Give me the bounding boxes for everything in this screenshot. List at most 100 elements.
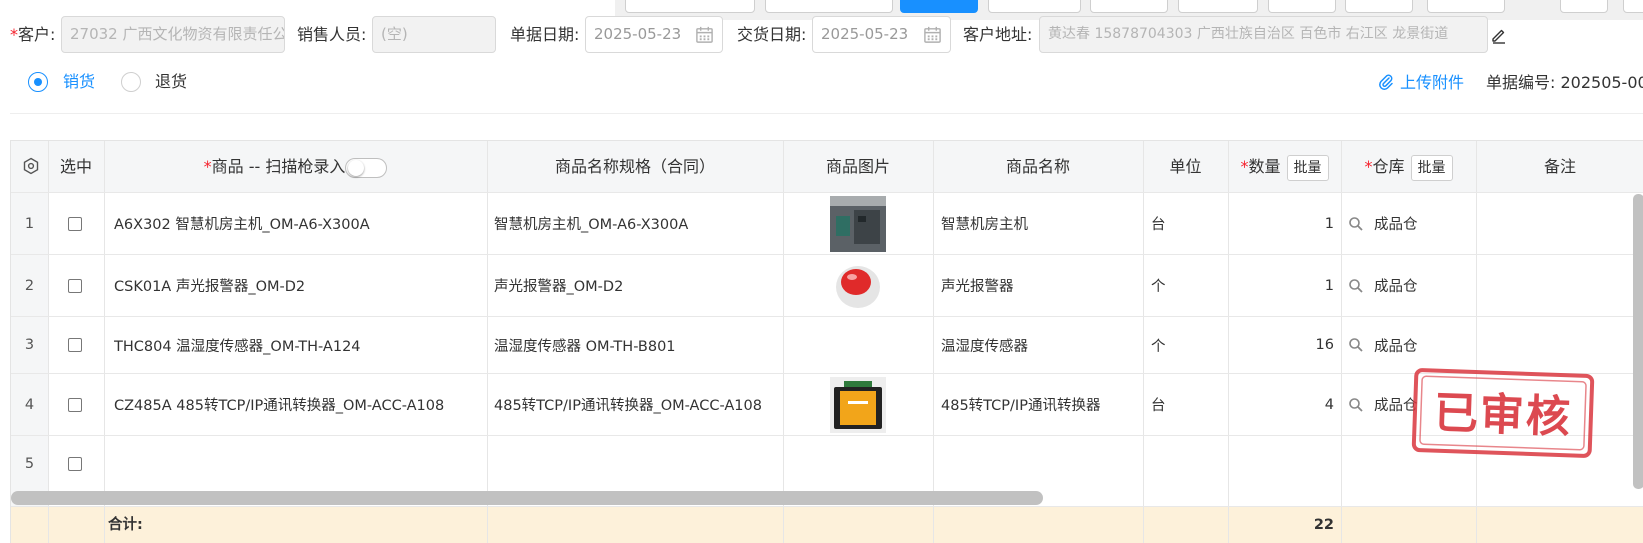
warehouse-value: 成品仓 (1374, 217, 1418, 233)
product-image (830, 257, 886, 314)
total-row (11, 506, 1643, 543)
row-number: 4 (24, 396, 35, 413)
spec-cell[interactable]: 声光报警器_OM-D2 (494, 255, 769, 316)
toolbar-primary-button[interactable] (900, 0, 978, 13)
warehouse-cell[interactable]: 成品仓 (1348, 193, 1472, 254)
row-number: 2 (24, 277, 35, 294)
warehouse-batch-button[interactable]: 批量 (1410, 154, 1453, 181)
header-unit: 单位 (1169, 157, 1202, 176)
row-checkbox[interactable] (68, 278, 82, 293)
spec-cell[interactable]: 智慧机房主机_OM-A6-X300A (494, 193, 769, 254)
radio-return[interactable] (121, 72, 141, 92)
search-icon[interactable] (1348, 216, 1364, 232)
qty-cell[interactable]: 1 (1228, 193, 1334, 254)
spec-cell[interactable]: 485转TCP/IP通讯转换器_OM-ACC-A108 (494, 374, 769, 435)
image-cell[interactable] (783, 193, 933, 254)
name-cell[interactable]: 温湿度传感器 (941, 317, 1136, 373)
unit-cell[interactable]: 个 (1151, 317, 1231, 373)
toolbar-button[interactable] (1560, 0, 1608, 13)
toolbar-button[interactable] (1623, 0, 1643, 13)
upload-label: 上传附件 (1400, 73, 1465, 92)
table-row[interactable]: 5 (11, 436, 1643, 491)
toolbar-button[interactable] (1268, 0, 1336, 13)
total-label: 合计: (108, 517, 143, 533)
goods-table: 选中 *商品 -- 扫描枪录入 商品名称规格（合同） 商品图片 商品名称 单位 … (10, 140, 1643, 543)
calendar-icon[interactable] (695, 25, 714, 44)
qty-batch-button[interactable]: 批量 (1286, 154, 1329, 181)
customer-field[interactable]: 27032 广西文化物资有限责任公 (61, 16, 285, 53)
search-icon[interactable] (1348, 397, 1364, 413)
warehouse-value: 成品仓 (1374, 279, 1418, 295)
warehouse-cell[interactable]: 成品仓 (1348, 317, 1472, 373)
doc-date-value: 2025-05-23 (594, 25, 682, 43)
header-goods: *商品 -- 扫描枪录入 (104, 141, 487, 192)
header-remark: 备注 (1543, 157, 1576, 176)
header-qty: *数量 批量 (1228, 141, 1341, 192)
upload-attachment-link[interactable]: 上传附件 (1378, 72, 1464, 94)
header-spec: 商品名称规格（合同） (554, 157, 715, 176)
image-cell[interactable] (783, 317, 933, 373)
name-cell[interactable]: 智慧机房主机 (941, 193, 1136, 254)
goods-cell[interactable]: A6X302 智慧机房主机_OM-A6-X300A (114, 193, 470, 254)
horizontal-scrollbar[interactable] (11, 491, 1043, 505)
calendar-icon[interactable] (923, 25, 942, 44)
warehouse-cell[interactable]: 成品仓 (1348, 255, 1472, 316)
row-checkbox[interactable] (68, 216, 82, 231)
goods-cell[interactable]: CZ485A 485转TCP/IP通讯转换器_OM-ACC-A108 (114, 374, 470, 435)
warehouse-value: 成品仓 (1374, 338, 1418, 355)
radio-sale-label[interactable]: 销货 (63, 72, 95, 92)
paperclip-icon (1379, 74, 1393, 90)
radio-return-label[interactable]: 退货 (155, 72, 187, 92)
name-cell[interactable]: 485转TCP/IP通讯转换器 (941, 374, 1136, 435)
goods-cell[interactable]: CSK01A 声光报警器_OM-D2 (114, 255, 470, 316)
row-checkbox[interactable] (68, 456, 82, 471)
row-checkbox[interactable] (68, 397, 82, 412)
row-checkbox[interactable] (68, 338, 82, 352)
address-label: 客户地址: (963, 25, 1033, 44)
doc-date-field[interactable]: 2025-05-23 (585, 16, 723, 53)
radio-sale[interactable] (28, 72, 48, 92)
goods-cell[interactable]: THC804 温湿度传感器_OM-TH-A124 (114, 317, 470, 373)
scanner-toggle[interactable] (345, 157, 388, 178)
name-cell[interactable]: 声光报警器 (941, 255, 1136, 316)
approved-stamp: 已审核 (1411, 368, 1595, 458)
search-icon[interactable] (1348, 337, 1364, 353)
unit-cell[interactable]: 台 (1151, 374, 1231, 435)
image-cell[interactable] (783, 374, 933, 435)
header-name: 商品名称 (1005, 157, 1070, 176)
table-row[interactable]: 2 CSK01A 声光报警器_OM-D2 声光报警器_OM-D2 声光报警器 个… (11, 255, 1643, 316)
unit-cell[interactable]: 台 (1151, 193, 1231, 254)
header-warehouse: *仓库 批量 (1341, 141, 1476, 192)
customer-label: *客户: (10, 25, 56, 44)
toolbar-button[interactable] (1090, 0, 1168, 13)
table-row[interactable]: 1 A6X302 智慧机房主机_OM-A6-X300A 智慧机房主机_OM-A6… (11, 193, 1643, 254)
qty-cell[interactable]: 4 (1228, 374, 1334, 435)
document-number: 单据编号: 202505-000 (1486, 73, 1643, 92)
image-cell[interactable] (783, 255, 933, 316)
table-row[interactable]: 4 CZ485A 485转TCP/IP通讯转换器_OM-ACC-A108 485… (11, 374, 1643, 435)
product-image (830, 376, 886, 433)
toolbar-button[interactable] (1345, 0, 1413, 13)
table-row[interactable]: 3 THC804 温湿度传感器_OM-TH-A124 温湿度传感器 OM-TH-… (11, 317, 1643, 373)
address-field[interactable]: 黄达春 15878704303 广西壮族自治区 百色市 右江区 龙景街道 (1039, 16, 1488, 53)
sales-label: 销售人员: (297, 25, 367, 44)
total-qty: 22 (1313, 517, 1334, 533)
spec-cell[interactable]: 温湿度传感器 OM-TH-B801 (494, 317, 769, 373)
toolbar-button[interactable] (1427, 0, 1505, 13)
unit-cell[interactable]: 个 (1151, 255, 1231, 316)
column-settings-icon[interactable] (22, 157, 40, 175)
toolbar-button[interactable] (988, 0, 1081, 13)
doc-date-label: 单据日期: (510, 25, 580, 44)
vertical-scrollbar[interactable] (1633, 194, 1643, 489)
delivery-date-field[interactable]: 2025-05-23 (812, 16, 951, 53)
qty-cell[interactable]: 16 (1228, 317, 1334, 373)
sales-person-field[interactable]: (空) (372, 16, 496, 53)
search-icon[interactable] (1348, 278, 1364, 294)
toolbar-button[interactable] (1178, 0, 1258, 13)
edit-icon[interactable] (1490, 26, 1508, 44)
toolbar-button[interactable] (625, 0, 755, 13)
toolbar-button[interactable] (765, 0, 893, 13)
qty-cell[interactable]: 1 (1228, 255, 1334, 316)
row-number: 5 (24, 455, 35, 472)
header-image: 商品图片 (825, 157, 890, 176)
